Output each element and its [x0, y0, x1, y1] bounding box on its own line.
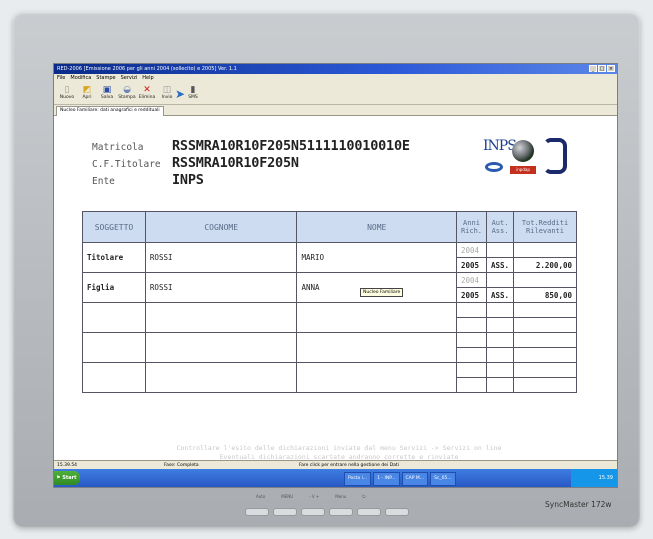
cell-aut[interactable]: ASS. — [485, 287, 515, 303]
cell-reddito[interactable] — [513, 242, 577, 258]
cell-aut[interactable] — [485, 272, 515, 288]
close-button[interactable]: × — [607, 65, 615, 72]
inps-ring-icon — [485, 162, 503, 172]
maximize-button[interactable]: □ — [598, 65, 606, 72]
cell-reddito[interactable] — [513, 272, 577, 288]
save-button[interactable]: ▣ Salva — [97, 83, 117, 105]
delete-icon: ✕ — [143, 85, 151, 95]
taskbar-item[interactable]: Sc_05... — [430, 472, 456, 486]
start-button[interactable]: ⚑ Start — [54, 471, 80, 485]
open-folder-icon: ◩ — [82, 85, 92, 95]
monitor-controls — [245, 508, 415, 516]
taskbar: ⚑ Start Posta i... 1 - INP... CAP M... S… — [54, 469, 617, 487]
print-icon: ◒ — [123, 85, 131, 95]
menu-modifica[interactable]: Modifica — [70, 74, 91, 83]
cell-year[interactable]: 2004 — [455, 272, 487, 288]
open-button[interactable]: ◩ Apri — [77, 83, 97, 105]
logos: INPS inpdap — [483, 138, 569, 184]
clock: 15.39 — [598, 475, 613, 481]
cell-reddito[interactable]: 2.200,00 — [513, 257, 577, 273]
table-header-row: SOGGETTO COGNOME NOME Anni Rich. Aut. Ass.… — [82, 211, 577, 243]
cell-reddito[interactable]: 850,00 — [513, 287, 577, 303]
menu-stampe[interactable]: Stampe — [96, 74, 115, 83]
monitor-brand: SyncMaster 172w — [545, 500, 612, 509]
cell-soggetto[interactable]: Figlia — [82, 272, 146, 303]
system-tray: 15.39 — [571, 469, 617, 487]
cell-year[interactable]: 2004 — [455, 242, 487, 258]
cell-nome[interactable]: MARIO — [296, 242, 457, 273]
monitor-button[interactable] — [357, 508, 381, 516]
swirl-logo-icon — [543, 138, 567, 174]
header-cognome: COGNOME — [144, 211, 298, 243]
taskbar-item[interactable]: Posta i... — [344, 472, 372, 486]
send-icon: ◫ — [162, 85, 172, 95]
cell-cognome[interactable]: ROSSI — [144, 272, 298, 303]
window-title: RED-2006 [Emissione 2006 per gli anni 20… — [57, 66, 237, 72]
table-row[interactable] — [82, 302, 577, 333]
inps-logo: INPS — [483, 138, 517, 154]
titolare-value: RSSMRA10R10F205N — [172, 155, 299, 171]
windows-flag-icon: ⚑ — [56, 475, 61, 481]
taskbar-item[interactable]: 1 - INP... — [373, 472, 400, 486]
new-button[interactable]: ▯ Nuovo — [57, 83, 77, 105]
sms-icon: ▮ — [190, 85, 196, 95]
table-row[interactable]: Titolare ROSSI MARIO 2004 — [82, 242, 577, 273]
minimize-button[interactable]: _ — [589, 65, 597, 72]
monitor-button[interactable] — [329, 508, 353, 516]
monitor-button[interactable] — [273, 508, 297, 516]
cell-year[interactable]: 2005 — [455, 257, 487, 273]
globe-logo-icon — [512, 140, 534, 162]
tab-bar: Nucleo Familiare: dati anagrafici e redd… — [54, 105, 617, 116]
menu-file[interactable]: File — [57, 74, 65, 83]
menu-bar: File Modifica Stampe Servizi Help — [54, 74, 617, 83]
table-row[interactable] — [82, 362, 577, 393]
titolare-label: C.F.Titolare — [92, 159, 161, 170]
table-row[interactable] — [82, 332, 577, 363]
main-content: Matricola RSSMRA10R10F205N5111110010010E … — [54, 116, 617, 461]
header-redditi: Tot.Redditi Rilevanti — [513, 211, 577, 243]
header-aut: Aut. Ass. — [485, 211, 515, 243]
power-button[interactable] — [385, 508, 409, 516]
cell-cognome[interactable]: ROSSI — [144, 242, 298, 273]
delete-button[interactable]: ✕ Elimina — [137, 83, 157, 105]
matricola-value: RSSMRA10R10F205N5111110010010E — [172, 138, 410, 154]
record-header: Matricola RSSMRA10R10F205N5111110010010E … — [92, 138, 410, 189]
window-controls: _ □ × — [589, 65, 615, 72]
header-nome: NOME — [296, 211, 457, 243]
matricola-label: Matricola — [92, 142, 144, 153]
title-bar: RED-2006 [Emissione 2006 per gli anni 20… — [54, 64, 617, 74]
taskbar-item[interactable]: CAP M... — [401, 472, 429, 486]
monitor-button[interactable] — [245, 508, 269, 516]
cell-year[interactable]: 2005 — [455, 287, 487, 303]
new-file-icon: ▯ — [64, 85, 70, 95]
ente-value: INPS — [172, 172, 204, 188]
cell-soggetto[interactable]: Titolare — [82, 242, 146, 273]
cell-aut[interactable]: ASS. — [485, 257, 515, 273]
monitor-button[interactable] — [301, 508, 325, 516]
monitor-control-labels: Auto MENU - V + Menu ⏻ — [256, 494, 366, 499]
table-row[interactable]: Figlia ROSSI ANNA 2004 — [82, 272, 577, 303]
taskbar-tasks: Posta i... 1 - INP... CAP M... Sc_05... — [344, 472, 456, 486]
screen: RED-2006 [Emissione 2006 per gli anni 20… — [53, 63, 618, 488]
header-anni: Anni Rich. — [455, 211, 487, 243]
sms-button[interactable]: ▮ SMS — [183, 83, 203, 105]
print-button[interactable]: ◒ Stampa — [117, 83, 137, 105]
tab-nucleo-familiare[interactable]: Nucleo Familiare: dati anagrafici e redd… — [56, 106, 164, 116]
menu-servizi[interactable]: Servizi — [121, 74, 138, 83]
family-table: SOGGETTO COGNOME NOME Anni Rich. Aut. Ass.… — [82, 211, 577, 393]
save-icon: ▣ — [102, 85, 112, 95]
ente-label: Ente — [92, 176, 115, 187]
tooltip: Nucleo Familiare — [360, 288, 404, 297]
toolbar: ▯ Nuovo ◩ Apri ▣ Salva ◒ Stampa ✕ Elimina ◫ In… — [54, 83, 617, 105]
inpdap-logo: inpdap — [510, 166, 536, 174]
cell-aut[interactable] — [485, 242, 515, 258]
header-soggetto: SOGGETTO — [82, 211, 146, 243]
menu-help[interactable]: Help — [142, 74, 153, 83]
